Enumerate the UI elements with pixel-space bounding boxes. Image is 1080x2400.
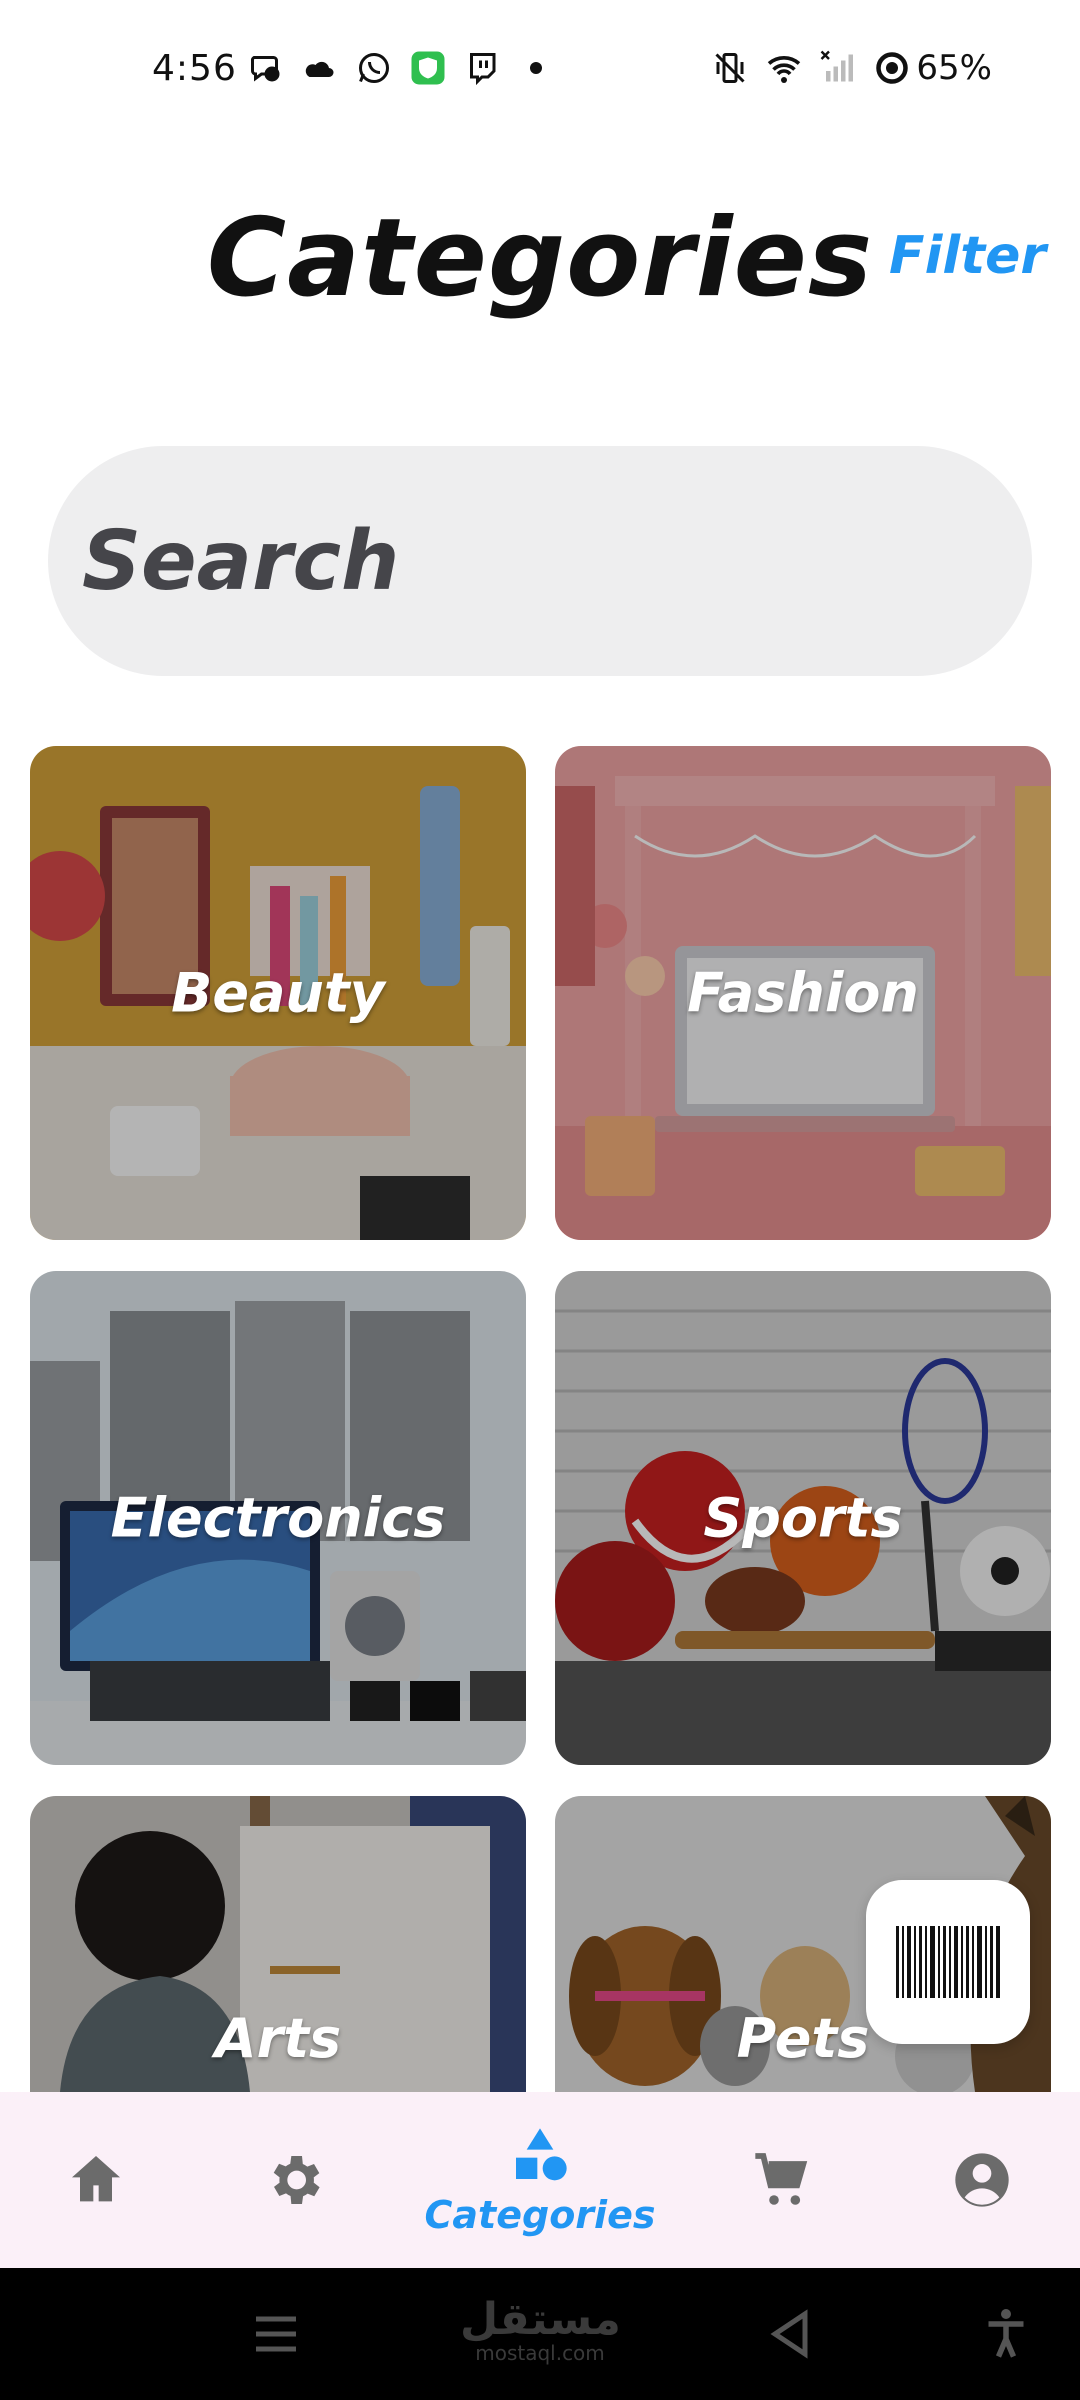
accessibility-icon[interactable] [976, 2304, 1036, 2364]
search-input[interactable] [82, 506, 982, 616]
system-nav-bar: مستقل mostaql.com [0, 2268, 1080, 2400]
watermark-brand: مستقل [460, 2294, 621, 2345]
notification-icons [248, 50, 554, 86]
recent-apps-icon[interactable] [246, 2304, 306, 2364]
vibrate-off-icon [715, 53, 745, 83]
category-card-fashion[interactable]: Fashion [555, 746, 1051, 1240]
battery-percent: 65% [916, 48, 992, 88]
nav-profile[interactable] [934, 2092, 1030, 2268]
filter-button[interactable]: Filter [889, 226, 1046, 286]
mostaql-watermark: مستقل mostaql.com [460, 2298, 621, 2365]
category-card-beauty[interactable]: Beauty [30, 746, 526, 1240]
back-icon[interactable] [760, 2304, 820, 2364]
messenger-icon [250, 56, 280, 82]
nav-categories-label: Categories [424, 2193, 656, 2237]
nav-settings[interactable] [246, 2092, 342, 2268]
twitch-icon [470, 53, 496, 86]
nav-categories[interactable]: Categories [410, 2092, 670, 2268]
bottom-nav: Categories [0, 2092, 1080, 2268]
home-icon [72, 2156, 120, 2202]
categories-screen: 4:56 65% Categories Filter Search Beauty… [0, 0, 1080, 2400]
category-label: Fashion [687, 961, 919, 1025]
search-bar[interactable] [48, 446, 1032, 676]
battery-icon [876, 52, 908, 84]
profile-icon [955, 2153, 1009, 2207]
wifi-icon [767, 56, 801, 83]
dot-icon [530, 62, 542, 74]
barcode-scan-button[interactable] [866, 1880, 1030, 2044]
category-label: Arts [214, 2007, 342, 2070]
vpn-shield-icon [411, 51, 445, 85]
nav-cart[interactable] [734, 2092, 830, 2268]
whatsapp-icon [359, 53, 389, 83]
weather-icon [305, 61, 334, 77]
watermark-domain: mostaql.com [475, 2341, 605, 2365]
signal-icon [820, 50, 853, 82]
category-card-sports[interactable]: Sports [555, 1271, 1051, 1765]
category-label: Electronics [110, 1486, 446, 1550]
nav-home[interactable] [48, 2092, 144, 2268]
category-card-electronics[interactable]: Electronics [30, 1271, 526, 1765]
category-label: Beauty [171, 961, 385, 1025]
status-bar: 4:56 65% [0, 0, 1080, 140]
category-label: Sports [703, 1486, 903, 1550]
barcode-icon [896, 1926, 1000, 1998]
system-status-icons [712, 50, 910, 86]
category-card-arts[interactable]: Arts [30, 1796, 526, 2092]
categories-icon [516, 2128, 567, 2181]
cart-icon [755, 2153, 808, 2205]
status-time: 4:56 [152, 48, 237, 89]
settings-icon [273, 2156, 320, 2204]
